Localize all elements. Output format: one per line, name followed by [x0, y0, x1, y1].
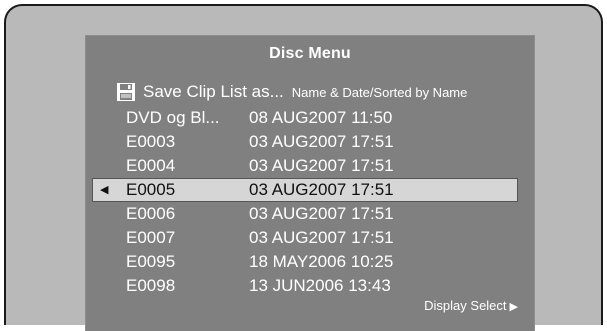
clip-name: E0004: [126, 156, 176, 175]
monitor-bezel: Disc Menu Save Clip List as... Name & Da…: [4, 4, 603, 331]
clip-date: 03 AUG2007 17:51: [249, 156, 394, 175]
display-select-button[interactable]: Display Select ▶: [424, 298, 518, 313]
clip-name: E0095: [126, 252, 176, 271]
clip-date: 13 JUN2006 13:43: [249, 276, 391, 295]
clip-row-selected[interactable]: ◀ E0005 03 AUG2007 17:51: [92, 178, 518, 202]
clip-date: 03 AUG2007 17:51: [249, 132, 394, 151]
save-clip-list-label: Save Clip List as...: [143, 82, 284, 101]
clip-date: 18 MAY2006 10:25: [249, 252, 394, 271]
clip-name: E0003: [126, 132, 176, 151]
clip-name: E0098: [126, 276, 176, 295]
clip-row[interactable]: E0004 03 AUG2007 17:51: [86, 154, 534, 178]
clip-name: E0006: [126, 204, 176, 223]
clip-date: 03 AUG2007 17:51: [249, 228, 394, 247]
selection-arrow-icon: ◀: [100, 184, 109, 196]
disc-menu-screen: Disc Menu Save Clip List as... Name & Da…: [85, 35, 535, 331]
floppy-disk-icon: [117, 83, 135, 101]
menu-title: Disc Menu: [269, 45, 351, 62]
clip-row[interactable]: DVD og Bl... 08 AUG2007 11:50: [86, 106, 534, 130]
clip-date: 03 AUG2007 17:51: [249, 180, 394, 199]
clip-row[interactable]: E0007 03 AUG2007 17:51: [86, 226, 534, 250]
clip-date: 08 AUG2007 11:50: [249, 108, 393, 127]
clip-row[interactable]: E0095 18 MAY2006 10:25: [86, 250, 534, 274]
save-clip-list-option[interactable]: Save Clip List as... Name & Date/Sorted …: [117, 81, 467, 103]
clip-row[interactable]: E0098 13 JUN2006 13:43: [86, 274, 534, 298]
clip-list: DVD og Bl... 08 AUG2007 11:50 E0003 03 A…: [86, 106, 534, 298]
clip-name: E0005: [126, 180, 176, 199]
clip-row[interactable]: E0006 03 AUG2007 17:51: [86, 202, 534, 226]
clip-name: E0007: [126, 228, 176, 247]
clip-name: DVD og Bl...: [126, 108, 220, 127]
display-select-label: Display Select: [424, 298, 507, 313]
clip-date: 03 AUG2007 17:51: [249, 204, 394, 223]
sort-info-label: Name & Date/Sorted by Name: [291, 84, 468, 100]
right-arrow-icon: ▶: [509, 301, 518, 313]
clip-row[interactable]: E0003 03 AUG2007 17:51: [86, 130, 534, 154]
